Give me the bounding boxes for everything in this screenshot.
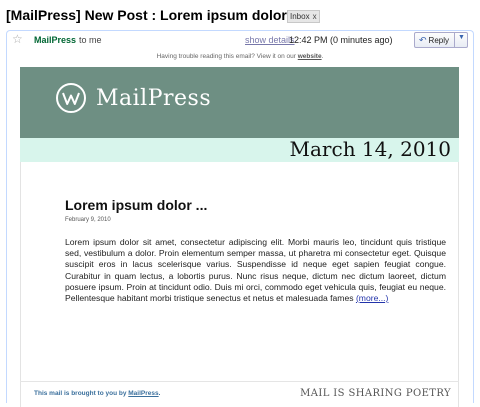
footer-credit: This mail is brought to you by MailPress… (34, 390, 160, 397)
footer-mailpress-link[interactable]: MailPress (128, 390, 158, 397)
inbox-label-text: Inbox (290, 12, 310, 21)
read-more-link[interactable]: (more...) (356, 293, 388, 303)
brand-logo-text: MailPress (96, 86, 212, 111)
email-subject: [MailPress] New Post : Lorem ipsum dolor… (6, 7, 303, 23)
post-date: February 9, 2010 (65, 217, 111, 223)
subject-bar: [MailPress] New Post : Lorem ipsum dolor… (0, 0, 480, 30)
message-header: ☆ MailPress to me show details 12:42 PM (… (7, 31, 473, 49)
sender-line: MailPress to me (34, 35, 102, 45)
view-online-text: Having trouble reading this email? View … (156, 53, 296, 60)
wordpress-w-mark (62, 92, 80, 105)
reply-label: Reply (428, 35, 449, 45)
recipient-text: to me (79, 35, 102, 45)
sender-name[interactable]: MailPress (34, 35, 76, 45)
inbox-label[interactable]: Inbox x (287, 10, 320, 23)
footer-tagline: MAIL IS SHARING POETRY (300, 388, 451, 399)
newsletter-banner: MailPress (20, 67, 459, 138)
reply-button[interactable]: ↶ Reply ▼ (414, 32, 468, 48)
reply-arrow-icon: ↶ (419, 34, 427, 45)
newsletter-date: March 14, 2010 (289, 137, 451, 161)
post-title[interactable]: Lorem ipsum dolor ... (65, 197, 207, 213)
view-online-notice: Having trouble reading this email? View … (7, 53, 473, 60)
star-icon[interactable]: ☆ (12, 32, 23, 46)
footer-period: . (158, 390, 161, 397)
reply-divider (454, 33, 455, 47)
date-band: March 14, 2010 (20, 137, 459, 162)
message-time: 12:42 PM (0 minutes ago) (289, 35, 393, 45)
post-excerpt: Lorem ipsum dolor sit amet, consectetur … (65, 237, 446, 304)
footer-divider (20, 381, 459, 382)
website-link[interactable]: website (298, 53, 322, 60)
wordpress-logo-icon (56, 83, 86, 113)
show-details-link[interactable]: show details (245, 35, 295, 45)
notice-period: . (321, 53, 324, 60)
remove-label-icon[interactable]: x (313, 11, 317, 22)
post-body-text: Lorem ipsum dolor sit amet, consectetur … (65, 237, 446, 304)
footer-credit-text: This mail is brought to you by (34, 390, 127, 397)
message-card: ☆ MailPress to me show details 12:42 PM (… (6, 30, 474, 407)
chevron-down-icon[interactable]: ▼ (458, 34, 465, 41)
